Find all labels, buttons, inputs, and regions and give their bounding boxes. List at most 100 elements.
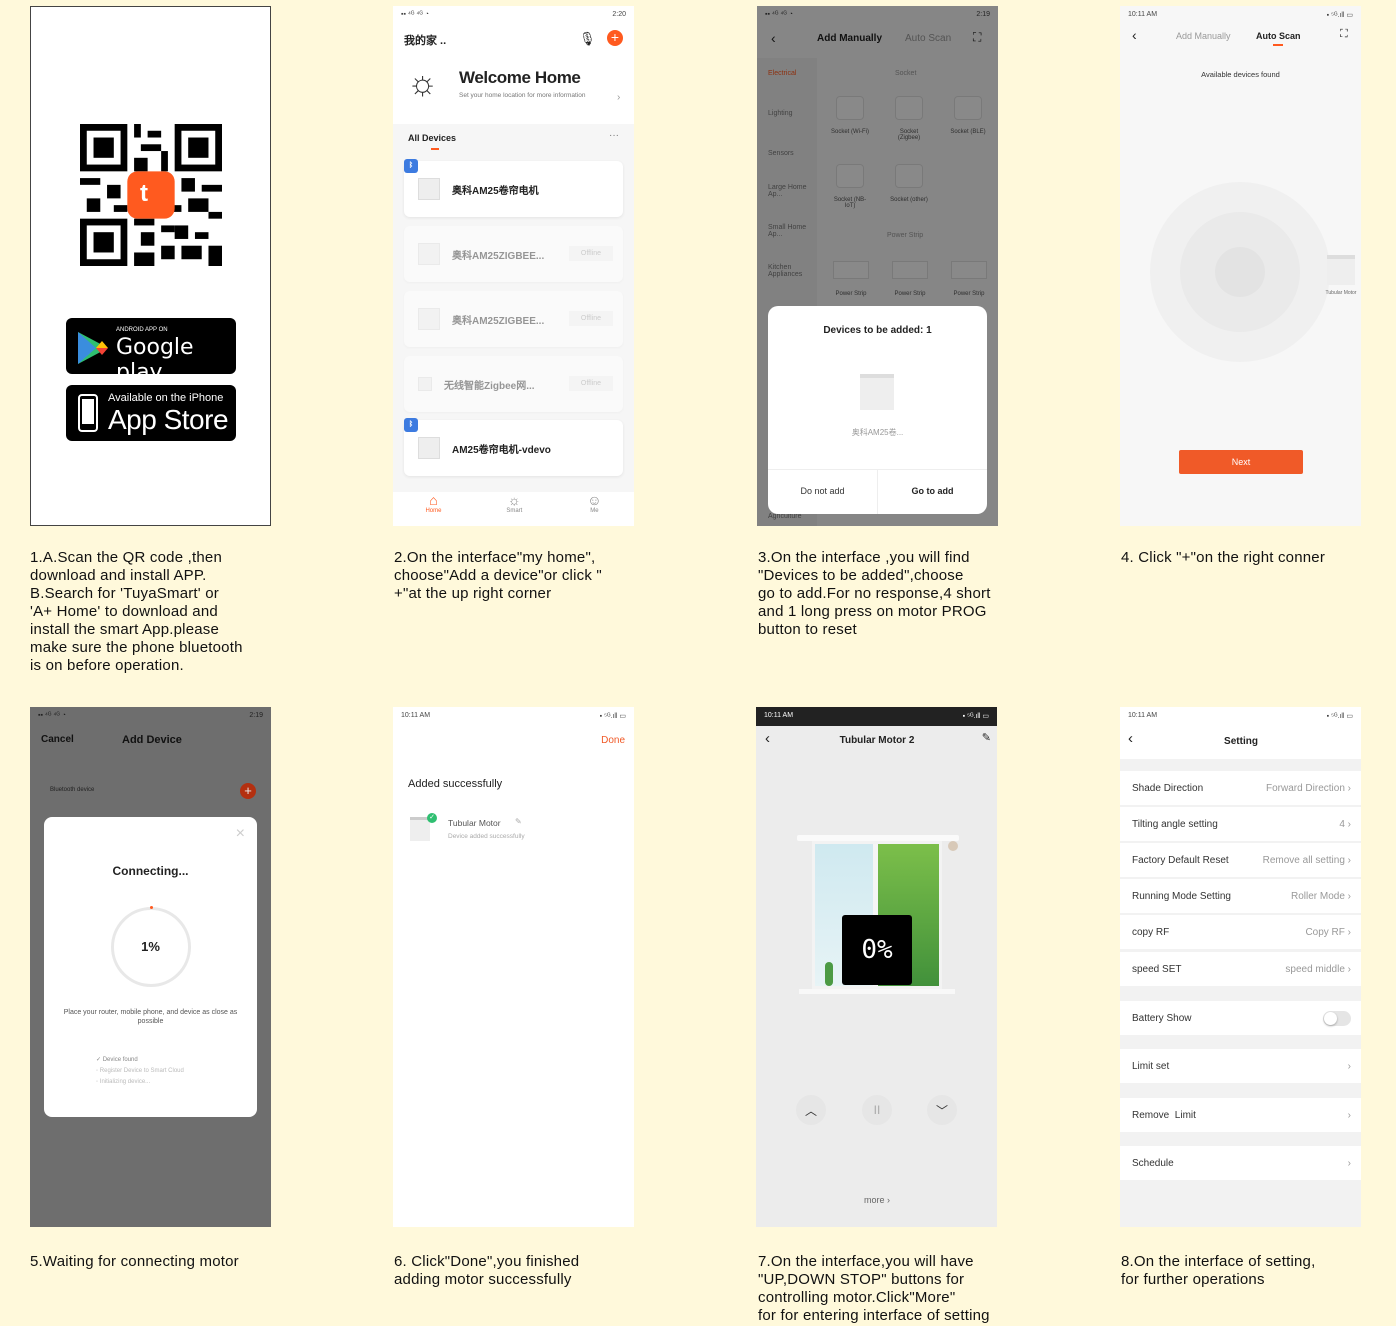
chevron-right-icon: › [1347, 1157, 1351, 1169]
added-success-screen: 10:11 AM ▪ ⁵ᴳ.ıll ▭ Done Added successful… [393, 707, 634, 1227]
home-selector[interactable]: 我的家 .. [404, 32, 446, 48]
position-display: 0% [842, 915, 912, 985]
as-big-text: App Store [108, 404, 229, 435]
do-not-add-button[interactable]: Do not add [768, 469, 877, 514]
chevron-right-icon: › [1347, 1060, 1351, 1072]
curtain-icon [418, 178, 440, 200]
tab-home[interactable]: ⌂ Home [425, 492, 441, 526]
as-small-text: Available on the iPhone [108, 392, 224, 404]
tab-indicator [1273, 44, 1283, 46]
gateway-icon [418, 377, 432, 391]
caption-step-7: 7.On the interface,you will have "UP,DOW… [758, 1253, 990, 1324]
check-icon: ✓ [427, 813, 437, 823]
added-title: Added successfully [408, 778, 503, 790]
caption-step-6: 6. Click"Done",you finished adding motor… [394, 1253, 580, 1288]
status-bar: 10:11 AM ▪ ⁵ᴳ.ıll ▭ [756, 707, 997, 726]
done-button[interactable]: Done [601, 735, 625, 746]
mic-icon[interactable]: 🎙 [579, 31, 596, 47]
bottom-tab-bar: ⌂ Home ☼ Smart ☺ Me [393, 492, 634, 526]
device-card[interactable]: ᛒ AM25卷帘电机-vdevo [404, 418, 623, 476]
status-bar: 10:11 AM ▪ ⁵ᴳ.ıll ▭ [401, 712, 626, 720]
found-label: Available devices found [1201, 70, 1280, 79]
scan-icon[interactable]: ⛶ [1340, 28, 1348, 41]
page-title: Setting [1224, 736, 1258, 747]
down-button[interactable]: ﹀ [927, 1095, 957, 1125]
gp-small-text: ANDROID APP ON [116, 327, 168, 333]
cancel-button[interactable]: Cancel [41, 734, 74, 745]
connecting-dialog: × Connecting... 1% Place your router, mo… [44, 817, 257, 1117]
app-store-badge[interactable]: Available on the iPhone App Store [66, 385, 236, 441]
more-icon[interactable]: ··· [609, 130, 619, 141]
more-link[interactable]: more › [756, 1195, 997, 1205]
caption-step-3: 3.On the interface ,you will find "Devic… [758, 549, 991, 638]
up-button[interactable]: ︿ [796, 1095, 826, 1125]
caption-step-4: 4. Click "+"on the right conner [1121, 549, 1326, 566]
offline-badge: Offline [568, 246, 613, 261]
dialog-device-name: 奥科AM25卷... [851, 428, 904, 437]
page-title: Add Device [122, 734, 182, 746]
close-icon[interactable]: × [236, 825, 245, 843]
connecting-title: Connecting... [112, 864, 189, 878]
welcome-title: Welcome Home [459, 68, 581, 87]
device-card[interactable]: 奥科AM25ZIGBEE... Offline [404, 291, 623, 347]
add-plus-icon[interactable]: + [240, 783, 256, 799]
setting-row[interactable]: Running Mode Setting Roller Mode › [1120, 879, 1361, 913]
caption-step-5: 5.Waiting for connecting motor [30, 1253, 239, 1270]
remove-limit-row[interactable]: Remove Limit › [1120, 1098, 1361, 1132]
go-to-add-button[interactable]: Go to add [878, 469, 987, 514]
caption-step-2: 2.On the interface"my home", choose"Add … [394, 549, 602, 602]
cactus-plant [825, 962, 833, 986]
device-card[interactable]: ᛒ 奥科AM25卷帘电机 [404, 159, 623, 217]
bluetooth-device-label: Bluetooth device [50, 787, 95, 793]
tab-add-manually[interactable]: Add Manually [1176, 31, 1231, 41]
chevron-right-icon[interactable]: › [617, 92, 620, 103]
google-play-badge[interactable]: ANDROID APP ON Google play [66, 318, 236, 385]
bluetooth-icon: ᛒ [404, 159, 418, 173]
stop-button[interactable]: II [862, 1095, 892, 1125]
smart-icon: ☼ [507, 492, 521, 508]
setting-row[interactable]: copy RF Copy RF › [1120, 915, 1361, 949]
battery-show-row: Battery Show [1120, 1001, 1361, 1035]
setting-row[interactable]: Tilting angle setting 4 › [1120, 807, 1361, 841]
setting-row[interactable]: speed SET speed middle › [1120, 952, 1361, 986]
curtain-icon[interactable] [1327, 255, 1355, 285]
tab-me[interactable]: ☺ Me [587, 492, 601, 526]
tab-auto-scan[interactable]: Auto Scan [1256, 31, 1301, 41]
device-name: Tubular Motor [448, 818, 501, 828]
status-bar: 10:11 AM ▪ ⁵ᴳ.ıll ▭ [1120, 707, 1361, 727]
chevron-right-icon: › [1347, 1109, 1351, 1121]
step-list: ✓ Device found ◦ Register Device to Smar… [96, 1057, 184, 1085]
tab-smart[interactable]: ☼ Smart [506, 492, 522, 526]
next-button[interactable]: Next [1179, 450, 1303, 474]
limit-set-row[interactable]: Limit set › [1120, 1049, 1361, 1083]
device-card[interactable]: 奥科AM25ZIGBEE... Offline [404, 226, 623, 282]
welcome-subtitle: Set your home location for more informat… [459, 92, 586, 99]
offline-badge: Offline [568, 311, 613, 326]
edit-icon[interactable]: ✎ [515, 817, 522, 826]
bluetooth-icon: ᛒ [404, 418, 418, 432]
status-bar: ▪▪ ⁴ᴳ ⁴ᴳ ◔ 2:19 [38, 712, 263, 719]
device-card[interactable]: 无线智能Zigbee网... Offline [404, 356, 623, 412]
device-status: Device added successfully [448, 833, 525, 840]
tab-indicator [431, 148, 439, 150]
found-device-label: Tubular Motor [1325, 290, 1357, 296]
setting-row[interactable]: Factory Default Reset Remove all setting … [1120, 843, 1361, 877]
schedule-row[interactable]: Schedule › [1120, 1146, 1361, 1180]
back-icon[interactable]: ‹ [1132, 27, 1137, 43]
offline-badge: Offline [568, 376, 613, 391]
status-bar: 10:11 AM ▪ ⁵ᴳ.ıll ▭ [1128, 11, 1353, 19]
tuya-logo: t [140, 180, 148, 207]
edit-icon[interactable]: ✎ [982, 731, 991, 744]
auto-scan-screen: 10:11 AM ▪ ⁵ᴳ.ıll ▭ ‹ Add Manually Auto S… [1120, 6, 1361, 526]
all-devices-label: All Devices [408, 133, 457, 143]
setting-row[interactable]: Shade Direction Forward Direction › [1120, 771, 1361, 805]
home-icon: ⌂ [429, 492, 438, 508]
caption-step-1: 1.A.Scan the QR code ,then download and … [30, 549, 243, 674]
progress-percent: 1% [141, 939, 160, 954]
qr-panel: t ANDROID APP ON Google play Available o… [30, 6, 271, 526]
add-device-connecting-screen: ▪▪ ⁴ᴳ ⁴ᴳ ◔ 2:19 Cancel Add Device Bluetoo… [30, 707, 271, 1227]
status-bar: ▪▪ ⁴ᴳ ⁴ᴳ ◔ 2:20 [393, 6, 634, 26]
add-device-plus-icon[interactable]: + [607, 30, 623, 46]
battery-toggle[interactable] [1323, 1011, 1351, 1026]
curtain-icon [418, 243, 440, 265]
